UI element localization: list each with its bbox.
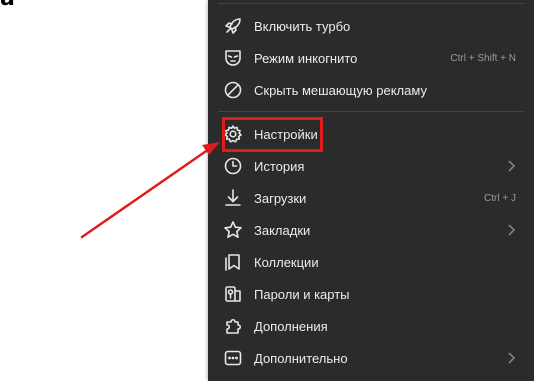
collections-icon [222, 251, 244, 273]
more-dots-icon [222, 347, 244, 369]
menu-item-label: Загрузки [254, 190, 307, 206]
chevron-right-icon [504, 351, 518, 365]
key-card-icon [222, 283, 244, 305]
menu-item-collections[interactable]: Коллекции [208, 246, 534, 278]
chevron-right-icon [504, 223, 518, 237]
menu-item-block-ads[interactable]: Скрыть мешающую рекламу [208, 74, 534, 106]
menu-item-bookmarks[interactable]: Закладки [208, 214, 534, 246]
menu-item-label: Коллекции [254, 254, 319, 270]
browser-main-menu: Включить турбо Режим инкогнито Ctrl + Sh… [208, 0, 534, 381]
menu-item-passwords[interactable]: Пароли и карты [208, 278, 534, 310]
menu-item-extensions[interactable]: Дополнения [208, 310, 534, 342]
block-ads-icon [222, 79, 244, 101]
page-heading-fragment: a [0, 0, 15, 11]
menu-item-label: Дополнительно [254, 350, 348, 366]
clock-icon [222, 155, 244, 177]
menu-item-more[interactable]: Дополнительно [208, 342, 534, 374]
menu-item-label: История [254, 158, 305, 174]
settings-highlight-box [222, 117, 323, 152]
menu-item-label: Скрыть мешающую рекламу [254, 82, 427, 98]
rocket-icon [222, 15, 244, 37]
menu-item-downloads[interactable]: Загрузки Ctrl + J [208, 182, 534, 214]
incognito-mask-icon [222, 47, 244, 69]
shortcut-hint: Ctrl + J [484, 192, 516, 204]
menu-item-label: Режим инкогнито [254, 50, 358, 66]
menu-item-label: Включить турбо [254, 18, 351, 34]
puzzle-icon [222, 315, 244, 337]
menu-item-label: Дополнения [254, 318, 328, 334]
star-icon [222, 219, 244, 241]
menu-divider [218, 111, 524, 112]
shortcut-hint: Ctrl + Shift + N [450, 52, 516, 64]
menu-item-label: Закладки [254, 222, 311, 238]
download-icon [222, 187, 244, 209]
menu-item-incognito[interactable]: Режим инкогнито Ctrl + Shift + N [208, 42, 534, 74]
menu-item-label: Пароли и карты [254, 286, 350, 302]
menu-item-history[interactable]: История [208, 150, 534, 182]
menu-divider [218, 3, 524, 4]
menu-item-turbo[interactable]: Включить турбо [208, 10, 534, 42]
chevron-right-icon [504, 159, 518, 173]
